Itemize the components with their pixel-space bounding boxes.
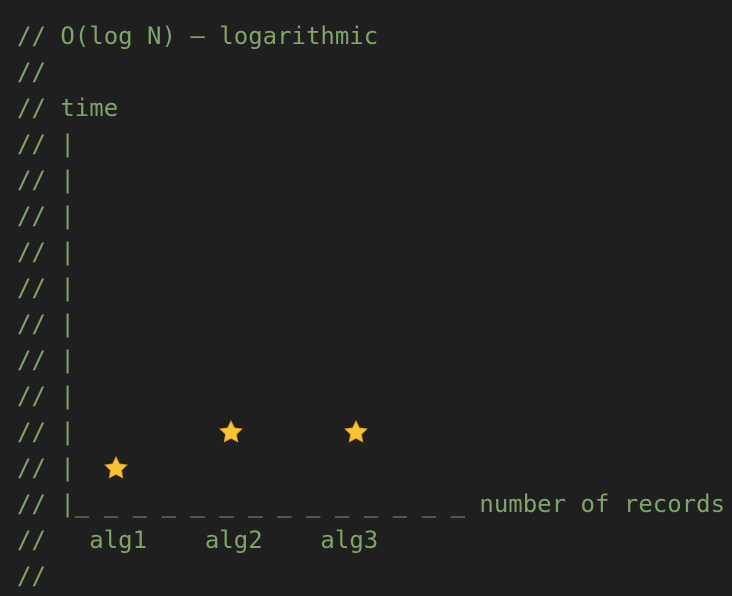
star-icon [343, 419, 369, 445]
code-line-10[interactable]: // | [17, 342, 725, 378]
code-line-2[interactable]: // [17, 54, 725, 90]
code-line-6[interactable]: // | [17, 198, 725, 234]
code-line-3[interactable]: // time [17, 90, 725, 126]
code-line-16[interactable]: // [17, 558, 725, 594]
code-line-1[interactable]: // O(log N) – logarithmic [17, 18, 725, 54]
code-line-14[interactable]: // |_ _ _ _ _ _ _ _ _ _ _ _ _ _ number o… [17, 486, 725, 522]
code-line-8[interactable]: // | [17, 270, 725, 306]
code-lines: // O(log N) – logarithmic // // time // … [17, 18, 725, 594]
code-line-11[interactable]: // | [17, 378, 725, 414]
code-line-12[interactable]: // | [17, 414, 725, 450]
code-line-7[interactable]: // | [17, 234, 725, 270]
star-icon [103, 455, 129, 481]
code-line-9[interactable]: // | [17, 306, 725, 342]
code-line-15[interactable]: // alg1 alg2 alg3 [17, 522, 725, 558]
code-editor[interactable]: // O(log N) – logarithmic // // time // … [0, 0, 732, 596]
code-line-4[interactable]: // | [17, 126, 725, 162]
code-line-5[interactable]: // | [17, 162, 725, 198]
star-icon [218, 419, 244, 445]
